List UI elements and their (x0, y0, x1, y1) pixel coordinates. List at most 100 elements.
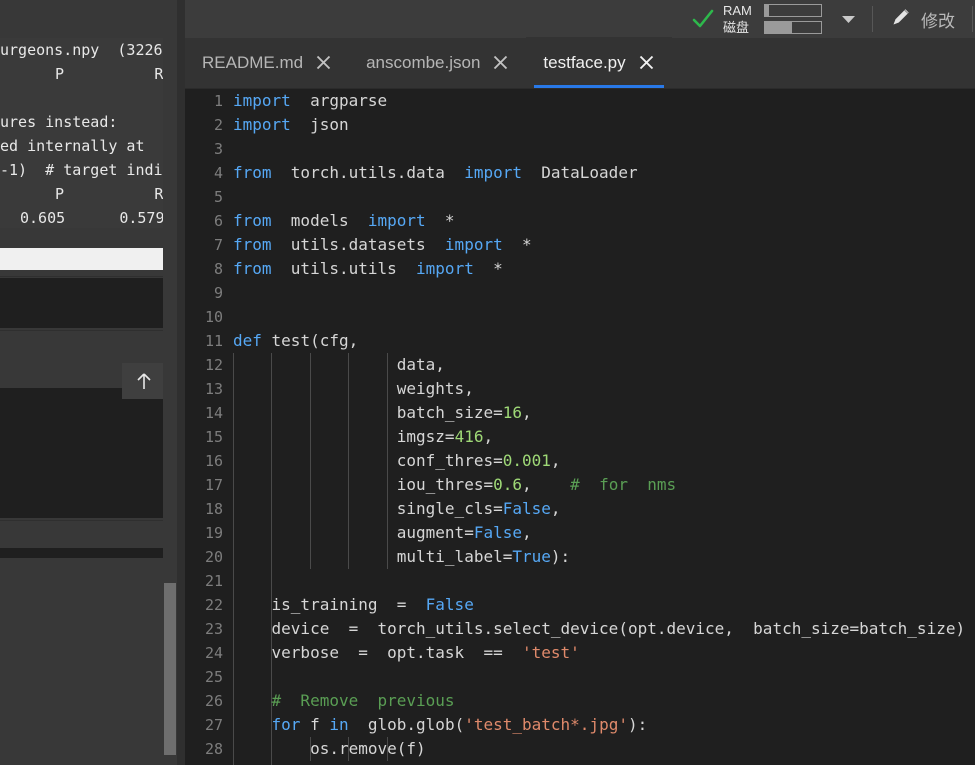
close-icon[interactable] (492, 54, 509, 71)
code-line[interactable]: 23 device = torch_utils.select_device(op… (185, 617, 975, 641)
code-line[interactable]: 26 # Remove previous (185, 689, 975, 713)
code-line[interactable]: 15 imgsz=416, (185, 425, 975, 449)
line-text: data, (233, 353, 445, 377)
line-text: from utils.datasets import * (233, 233, 532, 257)
code-token: json (290, 115, 349, 134)
code-line[interactable]: 3 (185, 137, 975, 161)
code-token: from (233, 235, 272, 254)
code-line[interactable]: 10 (185, 305, 975, 329)
code-line[interactable]: 9 (185, 281, 975, 305)
code-token: 0.001 (502, 451, 551, 470)
code-line[interactable]: 17 iou_thres=0.6, # for nms (185, 473, 975, 497)
line-number: 28 (204, 740, 223, 758)
editor-tab[interactable]: README.md (185, 37, 349, 88)
editor-tab[interactable]: anscombe.json (349, 37, 526, 88)
code-content[interactable]: 1 import argparse 2 import json 3 4 from torch… (185, 89, 975, 765)
line-number: 2 (213, 116, 223, 134)
code-line[interactable]: 8 from utils.utils import * (185, 257, 975, 281)
code-line[interactable]: 6 from models import * (185, 209, 975, 233)
indent-guide (271, 665, 272, 689)
code-line[interactable]: 29 (185, 761, 975, 765)
code-token: batch_size= (233, 403, 503, 422)
left-panel-scrollbar-thumb[interactable] (164, 583, 176, 755)
code-token: , (550, 499, 561, 518)
code-line[interactable]: 21 (185, 569, 975, 593)
line-text: weights, (233, 377, 474, 401)
editor-tab-bar: README.md anscombe.json testface.py (185, 37, 975, 89)
code-token: iou_thres= (233, 475, 494, 494)
scroll-to-top-button[interactable] (122, 363, 165, 399)
code-line[interactable]: 7 from utils.datasets import * (185, 233, 975, 257)
code-token: single_cls= (233, 499, 503, 518)
code-token: False (502, 499, 551, 518)
code-line[interactable]: 24 verbose = opt.task == 'test' (185, 641, 975, 665)
code-token: import (233, 115, 291, 134)
code-line[interactable]: 5 (185, 185, 975, 209)
code-token: glob.glob( (348, 715, 465, 734)
line-number: 15 (204, 428, 223, 446)
editor-tab-label: testface.py (543, 52, 626, 72)
line-number: 18 (204, 500, 223, 518)
close-icon[interactable] (315, 54, 332, 71)
indent-guide (271, 569, 272, 593)
line-text: device = torch_utils.select_device(opt.d… (233, 617, 966, 641)
code-line[interactable]: 25 (185, 665, 975, 689)
code-line[interactable]: 22 is_training = False (185, 593, 975, 617)
code-editor[interactable]: 1 import argparse 2 import json 3 4 from torch… (185, 89, 975, 765)
code-token: import (464, 163, 522, 182)
ram-meter-fill (765, 5, 770, 16)
line-number: 3 (213, 140, 223, 158)
notebook-code-cell[interactable] (0, 278, 165, 328)
code-token: device = torch_utils.select_device(opt.d… (233, 619, 966, 638)
code-line[interactable]: 28 os.remove(f) (185, 737, 975, 761)
code-line[interactable]: 4 from torch.utils.data import DataLoader (185, 161, 975, 185)
code-line[interactable]: 19 augment=False, (185, 521, 975, 545)
code-token: is_training = (233, 595, 426, 614)
code-token: for (271, 715, 301, 734)
indent-guide (233, 569, 234, 593)
code-line[interactable]: 12 data, (185, 353, 975, 377)
console-line: ures instead: (0, 113, 118, 131)
cell-divider (0, 330, 165, 331)
code-token: * (502, 235, 532, 254)
line-text: import argparse (233, 89, 387, 113)
code-token: multi_label= (233, 547, 513, 566)
chevron-down-icon[interactable] (840, 0, 856, 38)
disk-meter: 磁盘 (723, 20, 822, 35)
close-icon[interactable] (638, 54, 655, 71)
code-line[interactable]: 16 conf_thres=0.001, (185, 449, 975, 473)
line-text: imgsz=416, (233, 425, 493, 449)
line-number: 16 (204, 452, 223, 470)
code-line[interactable]: 13 weights, (185, 377, 975, 401)
code-line[interactable]: 27 for f in glob.glob('test_batch*.jpg')… (185, 713, 975, 737)
line-text: single_cls=False, (233, 497, 561, 521)
editor-tab-label: README.md (202, 52, 304, 72)
code-token: False (473, 523, 522, 542)
notebook-input-field[interactable] (0, 248, 165, 270)
code-token: verbose = opt.task == (233, 643, 522, 662)
code-line[interactable]: 11 def test(cfg, (185, 329, 975, 353)
console-line: -1) # target indi (0, 161, 163, 179)
line-number: 21 (204, 572, 223, 590)
code-token: 'test' (521, 643, 580, 662)
line-text: from torch.utils.data import DataLoader (233, 161, 638, 185)
line-text: def test(cfg, (233, 329, 358, 353)
code-token: , (483, 427, 494, 446)
code-line[interactable]: 1 import argparse (185, 89, 975, 113)
resource-meters: RAM 磁盘 (723, 3, 822, 35)
panel-splitter[interactable] (177, 0, 185, 765)
code-line[interactable]: 14 batch_size=16, (185, 401, 975, 425)
notebook-code-cell[interactable] (0, 388, 165, 518)
notebook-code-cell[interactable] (0, 548, 165, 558)
ram-meter-bar (764, 4, 822, 17)
editor-tab[interactable]: testface.py (526, 37, 672, 88)
line-text: os.remove(f) (233, 737, 426, 761)
modify-button[interactable]: 修改 (873, 0, 972, 38)
code-line[interactable]: 18 single_cls=False, (185, 497, 975, 521)
code-line[interactable]: 2 import json (185, 113, 975, 137)
line-number: 19 (204, 524, 223, 542)
line-text: for f in glob.glob('test_batch*.jpg'): (233, 713, 648, 737)
code-line[interactable]: 20 multi_label=True): (185, 545, 975, 569)
code-token: , (522, 475, 571, 494)
